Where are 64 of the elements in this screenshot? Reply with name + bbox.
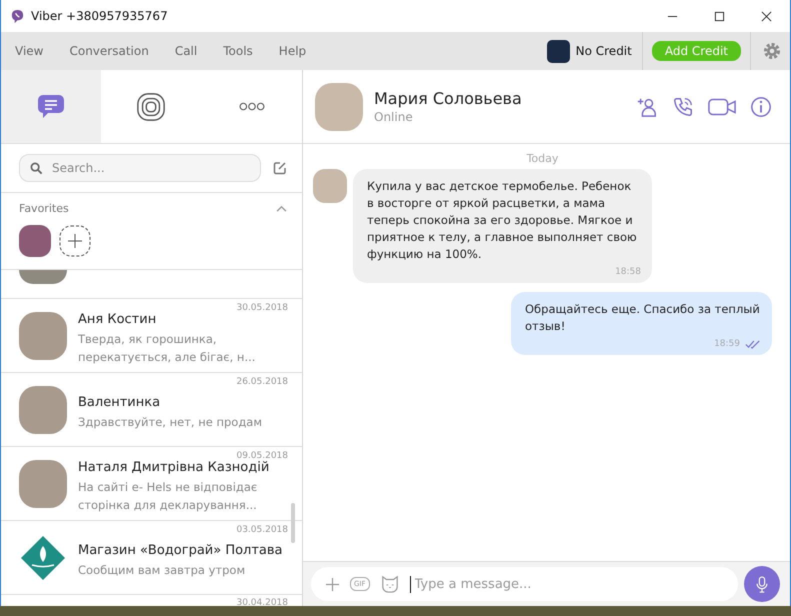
contact-name: Валентинка [78, 394, 162, 410]
contact-status: Online [374, 110, 414, 124]
close-icon[interactable] [761, 10, 772, 22]
contact-avatar [19, 386, 67, 434]
contact-avatar [19, 460, 67, 508]
contact-name: Мария Соловьева [374, 89, 522, 108]
message-preview: Тверда, як горошинка, [78, 330, 218, 348]
settings-icon[interactable] [762, 41, 782, 61]
contact-item[interactable]: Валентинка Здравствуйте, нет, не продам 26.05.2018 [1, 373, 302, 447]
message-preview: Здравствуйте, нет, не продам [78, 414, 262, 430]
caret-icon[interactable] [276, 205, 287, 212]
menu-item[interactable]: View [15, 44, 44, 58]
message-preview: На сайті е- Hels не відповідає [78, 478, 258, 496]
message-date: 30.05.2018 [236, 303, 288, 313]
maximize-icon[interactable] [714, 10, 725, 22]
contact-item[interactable]: Наталя Дмитрівна Казнодій На сайті е- Hels не відповідає сторінка для декларування... 09.05.2018 [1, 447, 302, 521]
sender-avatar [313, 169, 347, 203]
contact-name: Магазин «Водограй» Полтава [78, 542, 283, 558]
menu-item[interactable]: Call [174, 44, 198, 58]
window-title: Viber +380957935767 [31, 9, 168, 23]
microphone-icon [756, 576, 768, 592]
message-date: 30.04.2018 [236, 598, 288, 606]
message-text: Обращайтесь еще. Спасибо за теплый отзыв! [525, 301, 761, 335]
search-icon [30, 162, 43, 175]
phone-icon[interactable] [672, 96, 694, 118]
viber-logo-icon [10, 8, 25, 24]
contact-item[interactable]: Магазин «Водограй» Полтава Сообщим вам завтра утром 03.05.2018 [1, 521, 302, 595]
favorite-avatar[interactable] [19, 225, 51, 257]
contact-avatar [19, 270, 67, 284]
message-time: 18:59 [714, 339, 740, 349]
message-preview: перекатується, але бігає, н... [78, 348, 256, 366]
add-favorite-icon[interactable] [59, 225, 91, 257]
compose-icon[interactable] [273, 161, 287, 175]
contact-avatar [315, 82, 363, 130]
menu-item[interactable]: Conversation [69, 44, 149, 58]
double-check-icon [745, 340, 761, 348]
date-divider: Today [526, 152, 558, 165]
diamond-logo-icon [19, 534, 67, 582]
message-date: 03.05.2018 [236, 525, 288, 535]
menu-item[interactable]: Help [278, 44, 306, 58]
contact-name: Аня Костин [78, 312, 158, 326]
voice-message-button[interactable] [744, 566, 780, 602]
plus-icon[interactable] [325, 576, 340, 592]
message-text: Купила у вас детское термобелье. Ребенок в восторге от яркой расцветки, а мама теперь спокойна за его здоровье. Мягкое и приятное к телу, а главное выполняет свою функцию на 100%. [367, 178, 638, 263]
contact-avatar [19, 312, 67, 360]
message-date: 09.05.2018 [236, 451, 288, 461]
contact-name: Наталя Дмитрівна Казнодій [78, 460, 270, 474]
more-icon [238, 102, 265, 111]
message-time: 18:58 [615, 267, 641, 277]
message-preview: сторінка для декларування... [78, 496, 258, 514]
message-date: 26.05.2018 [236, 377, 288, 387]
search-field[interactable]: Search... [19, 154, 261, 182]
concentric-squares-icon [136, 92, 166, 122]
credit-label: No Credit [576, 44, 632, 58]
account-picture[interactable] [546, 40, 570, 62]
chats-tab[interactable] [1, 70, 102, 143]
message-preview: Сообщим вам завтра утром [78, 562, 246, 578]
menu-item[interactable]: Tools [223, 44, 253, 58]
favorites-heading: Favorites [19, 202, 69, 215]
info-icon[interactable] [750, 96, 772, 118]
cat-sticker-icon[interactable] [380, 575, 400, 593]
contact-item[interactable]: Аня Костин Тверда, як горошинка, перекатується, але бігає, н... 30.05.2018 [1, 299, 302, 373]
video-camera-icon[interactable] [708, 96, 736, 116]
scrollbar-thumb[interactable] [291, 503, 295, 543]
